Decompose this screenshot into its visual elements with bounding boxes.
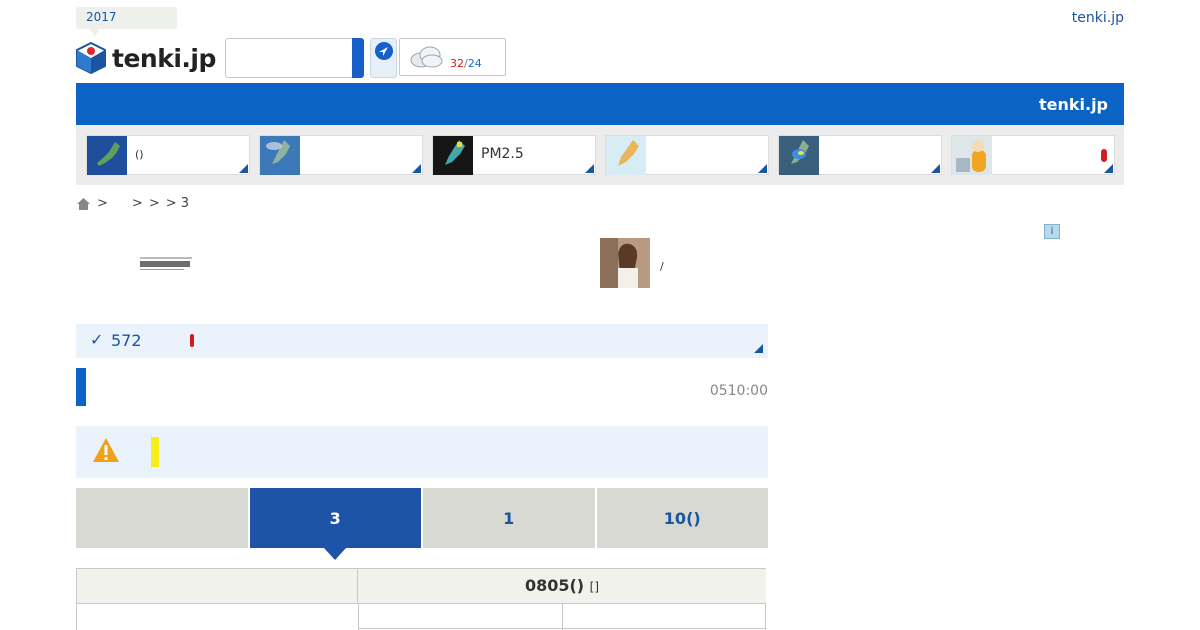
tile-corner-icon: [412, 164, 421, 173]
shortcut-tile-japan-weather[interactable]: (): [86, 135, 250, 175]
logo-cube-icon: [76, 42, 106, 74]
forecast-table-corner: [77, 569, 358, 604]
shortcut-tile-rain-radar[interactable]: [778, 135, 942, 175]
tile-label: (): [135, 148, 144, 161]
alert-indicator: [1101, 149, 1107, 162]
pm25-map-thumb: [433, 136, 473, 175]
tile-corner-icon: [239, 164, 248, 173]
japan-map-thumb: [87, 136, 127, 175]
search-input[interactable]: [225, 38, 353, 78]
navbar-title[interactable]: tenki.jp: [1039, 95, 1108, 114]
forecast-date: 0805(): [524, 576, 585, 595]
current-weather-widget[interactable]: 32/24: [399, 38, 506, 76]
japan-terrain-thumb: [606, 136, 646, 175]
shortcut-tile-feature[interactable]: [951, 135, 1115, 175]
warning-icon: [93, 438, 119, 462]
current-temp: 32/24: [450, 57, 482, 70]
checked-count-row[interactable]: ✓ 572: [76, 324, 768, 358]
section-marker: [76, 368, 86, 406]
top-site-link[interactable]: tenki.jp: [1072, 10, 1124, 26]
cloud-icon: [410, 46, 443, 68]
location-arrow-icon: [375, 42, 393, 60]
rain-radar-thumb: [779, 136, 819, 175]
breadcrumb-item[interactable]: >: [149, 196, 160, 211]
tab-10day[interactable]: 10(): [596, 488, 768, 548]
warning-banner[interactable]: [76, 426, 768, 478]
tile-corner-icon: [758, 164, 767, 173]
forecast-tabs: 3 1 10(): [76, 488, 768, 560]
main-navbar: tenki.jp: [76, 83, 1124, 125]
tile-corner-icon: [931, 164, 940, 173]
breadcrumb-item[interactable]: >: [132, 196, 143, 211]
breadcrumb-current: > 3: [165, 196, 190, 211]
ad-photo[interactable]: [600, 238, 650, 288]
forecast-table: 0805() []: [76, 568, 766, 630]
check-icon: ✓: [90, 330, 104, 349]
satellite-map-thumb: [260, 136, 300, 175]
ad-info-icon[interactable]: i: [1044, 224, 1060, 239]
character-thumb: [952, 136, 992, 175]
breadcrumb-item[interactable]: >: [97, 196, 108, 211]
row-corner-icon: [754, 344, 763, 353]
alert-indicator: [190, 334, 194, 347]
temp-high: 32: [450, 57, 464, 70]
tile-label: PM2.5: [481, 146, 524, 162]
shortcut-tile-pm25[interactable]: PM2.5: [432, 135, 596, 175]
logo-text: tenki.jp: [112, 43, 216, 73]
tab-today[interactable]: [76, 488, 248, 548]
ad-sponsor-logo[interactable]: [140, 257, 192, 271]
ad-caption[interactable]: /: [660, 260, 664, 273]
tab-1hour[interactable]: 1: [423, 488, 595, 548]
table-divider: [359, 628, 766, 629]
home-icon[interactable]: [76, 197, 91, 211]
current-location-button[interactable]: [370, 38, 397, 78]
shortcut-tile-satellite[interactable]: [259, 135, 423, 175]
table-divider: [358, 604, 359, 630]
shortcut-tile-japan-terrain[interactable]: [605, 135, 769, 175]
tile-corner-icon: [585, 164, 594, 173]
checked-count: 572: [111, 331, 142, 350]
site-logo[interactable]: tenki.jp: [76, 42, 216, 74]
breadcrumb: > > > > 3: [76, 196, 189, 211]
temp-low: 24: [467, 57, 482, 70]
forecast-date-heading: 0805() []: [358, 569, 766, 604]
tile-corner-icon: [1104, 164, 1113, 173]
page: 2017 tenki.jp tenki.jp 32/24 tenki.jp ()…: [0, 0, 1200, 630]
update-time: 0510:00: [709, 383, 768, 399]
forecast-date-sub: []: [589, 580, 600, 594]
search-button[interactable]: [352, 38, 364, 78]
warning-level-indicator: [151, 437, 159, 467]
map-shortcut-strip: () PM2.5: [76, 125, 1124, 185]
tab-3hour[interactable]: 3: [249, 488, 421, 560]
table-divider: [562, 604, 563, 630]
year-badge[interactable]: 2017: [76, 7, 177, 37]
